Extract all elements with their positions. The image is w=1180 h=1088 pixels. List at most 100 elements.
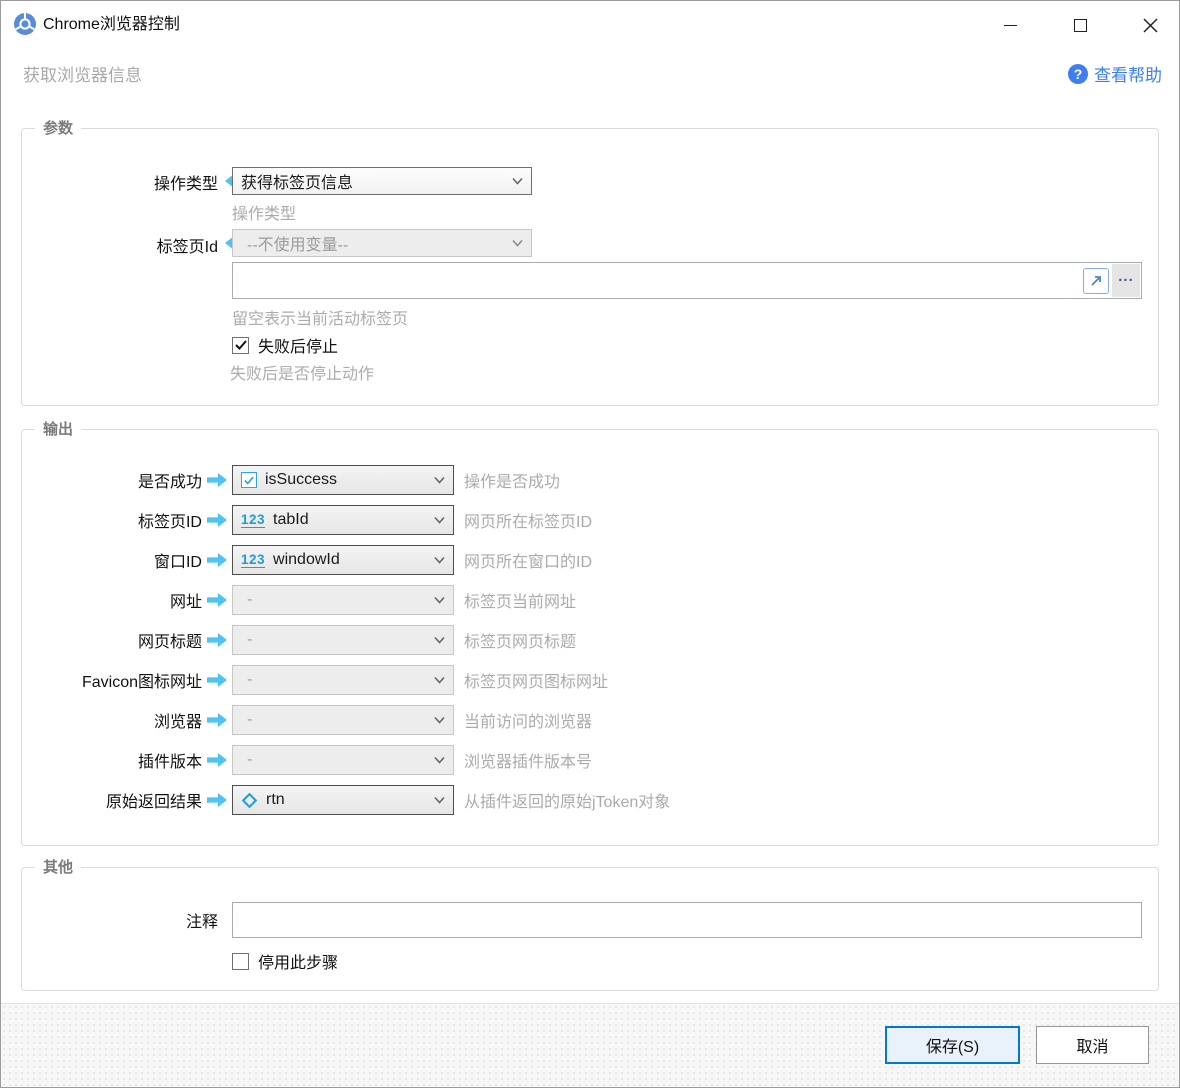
title-bar: Chrome浏览器控制 (1, 1, 1179, 49)
output-row: 浏览器 - 当前访问的浏览器 (22, 705, 1158, 735)
output-variable-value: - (247, 631, 253, 648)
output-row-helper: 网页所在窗口的ID (464, 554, 593, 571)
output-legend: 输出 (35, 420, 82, 440)
output-groupbox: 输出 是否成功 isSuccess 操作是否成功 标签页ID 123 tabId… (21, 420, 1159, 846)
output-variable-dropdown[interactable]: rtn (232, 785, 454, 815)
minimize-button[interactable] (987, 5, 1033, 45)
output-rows: 是否成功 isSuccess 操作是否成功 标签页ID 123 tabId 网页… (22, 465, 1158, 815)
output-row: Favicon图标网址 - 标签页网页图标网址 (22, 665, 1158, 695)
chevron-down-icon (434, 796, 445, 804)
output-variable-value: tabId (273, 511, 309, 528)
output-variable-value: isSuccess (265, 471, 338, 488)
other-legend: 其他 (35, 858, 82, 878)
tab-id-label: 标签页Id (156, 239, 218, 256)
output-variable-value: - (247, 711, 253, 728)
tab-id-input-wrap: ... (232, 262, 1142, 299)
more-options-button[interactable]: ... (1112, 264, 1140, 297)
chevron-down-icon (434, 596, 445, 604)
output-arrow-icon (202, 633, 232, 647)
close-button[interactable] (1127, 5, 1173, 45)
output-variable-value: - (247, 591, 253, 608)
disable-step-row[interactable]: 停用此步骤 (232, 949, 338, 973)
output-variable-dropdown[interactable]: - (232, 705, 454, 735)
output-row-label: 插件版本 (137, 754, 202, 771)
output-variable-dropdown[interactable]: - (232, 665, 454, 695)
params-legend: 参数 (35, 119, 82, 139)
output-arrow-icon (202, 753, 232, 767)
output-arrow-icon (202, 473, 232, 487)
operation-type-dropdown[interactable]: 获得标签页信息 (232, 167, 532, 195)
output-row: 窗口ID 123 windowId 网页所在窗口的ID (22, 545, 1158, 575)
action-subtitle: 获取浏览器信息 (23, 66, 142, 85)
number-variable-icon: 123 (241, 512, 266, 528)
output-row: 标签页ID 123 tabId 网页所在标签页ID (22, 505, 1158, 535)
chevron-down-icon (434, 636, 445, 644)
number-variable-icon: 123 (241, 552, 266, 568)
cancel-button[interactable]: 取消 (1036, 1026, 1149, 1064)
maximize-icon (1073, 18, 1087, 32)
disable-step-checkbox[interactable] (232, 952, 249, 970)
comment-input[interactable] (233, 903, 1141, 937)
output-row-label: 原始返回结果 (105, 794, 202, 811)
stop-on-fail-label: 失败后停止 (258, 339, 339, 356)
stop-on-fail-checkbox[interactable] (232, 336, 249, 354)
chevron-down-icon (512, 239, 523, 247)
operation-type-value: 获得标签页信息 (241, 175, 354, 192)
stop-on-fail-helper: 失败后是否停止动作 (230, 366, 375, 383)
output-row-helper: 标签页网页图标网址 (464, 674, 609, 691)
tab-id-input[interactable] (233, 263, 1141, 298)
params-groupbox: 参数 操作类型 获得标签页信息 操作类型 标签页Id --不使用变量-- ...… (21, 119, 1159, 406)
save-button[interactable]: 保存(S) (885, 1026, 1020, 1064)
object-variable-icon (241, 792, 258, 808)
output-row-label: 窗口ID (153, 554, 202, 571)
comment-label: 注释 (185, 914, 218, 931)
output-variable-dropdown[interactable]: - (232, 745, 454, 775)
output-row-helper: 浏览器插件版本号 (464, 754, 593, 771)
expand-editor-button[interactable] (1083, 268, 1109, 294)
output-arrow-icon (202, 593, 232, 607)
chevron-down-icon (434, 676, 445, 684)
output-row-label: Favicon图标网址 (81, 674, 202, 691)
help-link-label: 查看帮助 (1094, 66, 1162, 85)
dialog-window: Chrome浏览器控制 获取浏览器信息 ? 查看帮助 参数 操作类型 获得标签页… (0, 0, 1180, 1088)
output-row-helper: 操作是否成功 (464, 474, 561, 491)
maximize-button[interactable] (1057, 5, 1103, 45)
window-title: Chrome浏览器控制 (43, 16, 180, 33)
stop-on-fail-row[interactable]: 失败后停止 (232, 333, 338, 357)
output-variable-value: rtn (266, 791, 285, 808)
tab-id-helper: 留空表示当前活动标签页 (232, 311, 409, 328)
output-arrow-icon (202, 673, 232, 687)
operation-type-helper: 操作类型 (232, 206, 297, 223)
output-variable-value: - (247, 671, 253, 688)
output-row-helper: 从插件返回的原始jToken对象 (464, 794, 671, 811)
check-icon (234, 340, 247, 350)
output-variable-value: windowId (273, 551, 340, 568)
minimize-icon (1003, 24, 1017, 26)
tab-id-variable-value: --不使用变量-- (247, 237, 349, 254)
chrome-icon (14, 13, 36, 35)
output-row-helper: 当前访问的浏览器 (464, 714, 593, 731)
comment-input-wrap (232, 902, 1142, 938)
output-variable-dropdown[interactable]: 123 windowId (232, 545, 454, 575)
sub-header: 获取浏览器信息 ? 查看帮助 (1, 59, 1179, 89)
output-variable-dropdown[interactable]: isSuccess (232, 465, 454, 495)
output-row-label: 网址 (169, 594, 202, 611)
output-row-label: 标签页ID (137, 514, 202, 531)
chevron-down-icon (434, 476, 445, 484)
output-variable-value: - (247, 751, 253, 768)
other-groupbox: 其他 注释 停用此步骤 (21, 858, 1159, 991)
output-variable-dropdown[interactable]: 123 tabId (232, 505, 454, 535)
checkbox-variable-icon (241, 472, 257, 488)
output-row: 插件版本 - 浏览器插件版本号 (22, 745, 1158, 775)
tab-id-variable-dropdown[interactable]: --不使用变量-- (232, 229, 532, 257)
output-row: 网页标题 - 标签页网页标题 (22, 625, 1158, 655)
output-row-label: 是否成功 (137, 474, 202, 491)
output-row-helper: 标签页网页标题 (464, 634, 577, 651)
output-row: 网址 - 标签页当前网址 (22, 585, 1158, 615)
help-link[interactable]: ? 查看帮助 (1068, 61, 1162, 86)
output-row-label: 网页标题 (137, 634, 202, 651)
output-variable-dropdown[interactable]: - (232, 625, 454, 655)
question-circle-icon: ? (1068, 63, 1088, 84)
output-arrow-icon (202, 553, 232, 567)
output-variable-dropdown[interactable]: - (232, 585, 454, 615)
